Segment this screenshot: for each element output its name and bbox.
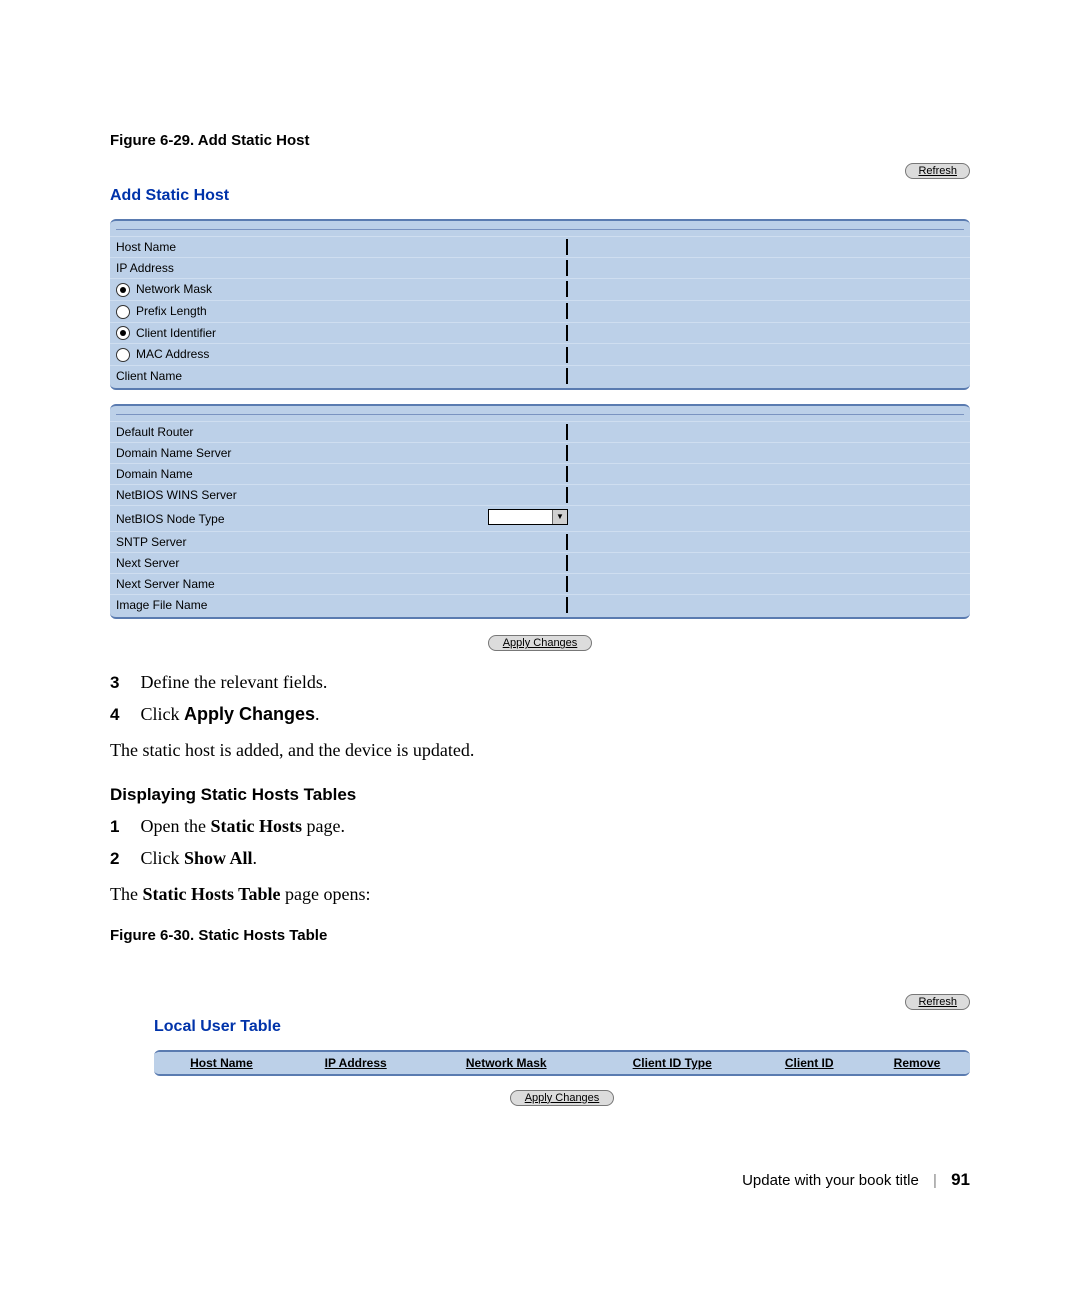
label-next-server-name: Next Server Name [110, 574, 422, 595]
label-network-mask: Network Mask [136, 282, 212, 296]
step-4-text-bold: Apply Changes [184, 704, 315, 724]
panel-title-add-static-host: Add Static Host [110, 187, 970, 205]
figure-caption-1: Figure 6-29. Add Static Host [110, 132, 970, 149]
label-dns: Domain Name Server [110, 443, 422, 464]
form-box-2: Default Router Domain Name Server Domain… [110, 404, 970, 619]
footer-page-number: 91 [951, 1170, 970, 1189]
input-network-mask[interactable] [566, 281, 568, 297]
result-b-bold: Static Hosts Table [142, 884, 280, 904]
label-image-file-name: Image File Name [110, 595, 422, 616]
input-default-router[interactable] [566, 424, 568, 440]
col-network-mask[interactable]: Network Mask [423, 1052, 590, 1074]
col-client-id[interactable]: Client ID [754, 1052, 864, 1074]
step-b1-post: page. [302, 816, 345, 836]
radio-network-mask[interactable] [116, 283, 130, 297]
step-b2-pre: Click [141, 848, 185, 868]
step-number-2: 2 [110, 846, 136, 872]
step-b2-bold: Show All [184, 848, 253, 868]
footer-title: Update with your book title [742, 1172, 919, 1189]
label-next-server: Next Server [110, 553, 422, 574]
step-number-1: 1 [110, 814, 136, 840]
step-b2-post: . [253, 848, 258, 868]
step-3-text: Define the relevant fields. [141, 672, 328, 692]
radio-prefix-length[interactable] [116, 305, 130, 319]
radio-mac-address[interactable] [116, 348, 130, 362]
apply-changes-button-2[interactable]: Apply Changes [510, 1090, 615, 1106]
panel-title-local-user-table: Local User Table [154, 1018, 970, 1036]
col-host-name[interactable]: Host Name [154, 1052, 289, 1074]
step-number-3: 3 [110, 670, 136, 696]
step-b1-pre: Open the [141, 816, 211, 836]
input-client-name[interactable] [566, 368, 568, 384]
label-default-router: Default Router [110, 422, 422, 443]
apply-changes-button-1[interactable]: Apply Changes [488, 635, 593, 651]
col-client-id-type[interactable]: Client ID Type [590, 1052, 755, 1074]
refresh-button-2[interactable]: Refresh [905, 994, 970, 1010]
figure-caption-2: Figure 6-30. Static Hosts Table [110, 927, 970, 944]
footer-separator: | [933, 1172, 937, 1189]
table-header-frame: Host Name IP Address Network Mask Client… [154, 1050, 970, 1076]
result-b-post: page opens: [281, 884, 371, 904]
label-ip-address: IP Address [110, 258, 422, 279]
step-number-4: 4 [110, 702, 136, 728]
form-box-1: Host Name IP Address Network Mask Prefix… [110, 219, 970, 390]
select-netbios-node-type[interactable] [488, 509, 568, 525]
input-image-file-name[interactable] [566, 597, 568, 613]
step-4-text-pre: Click [141, 704, 185, 724]
result-a-text: The static host is added, and the device… [110, 737, 970, 765]
label-domain-name: Domain Name [110, 464, 422, 485]
refresh-button-1[interactable]: Refresh [905, 163, 970, 179]
input-host-name[interactable] [566, 239, 568, 255]
label-netbios-node-type: NetBIOS Node Type [110, 506, 422, 532]
label-mac-address: MAC Address [136, 347, 209, 361]
input-sntp[interactable] [566, 534, 568, 550]
label-client-name: Client Name [110, 366, 422, 387]
input-mac-address [566, 347, 568, 363]
label-prefix-length: Prefix Length [136, 304, 207, 318]
section-heading-1: Displaying Static Hosts Tables [110, 785, 970, 805]
input-prefix-length [566, 303, 568, 319]
label-client-identifier: Client Identifier [136, 326, 216, 340]
input-dns[interactable] [566, 445, 568, 461]
step-4-text-post: . [315, 704, 320, 724]
input-next-server[interactable] [566, 555, 568, 571]
input-netbios-wins[interactable] [566, 487, 568, 503]
input-next-server-name[interactable] [566, 576, 568, 592]
input-domain-name[interactable] [566, 466, 568, 482]
label-host-name: Host Name [110, 237, 422, 258]
label-sntp: SNTP Server [110, 532, 422, 553]
page-footer: Update with your book title | 91 [110, 1170, 970, 1190]
label-netbios-wins: NetBIOS WINS Server [110, 485, 422, 506]
input-client-identifier[interactable] [566, 325, 568, 341]
step-b1-bold: Static Hosts [210, 816, 302, 836]
result-b-pre: The [110, 884, 142, 904]
radio-client-identifier[interactable] [116, 326, 130, 340]
col-ip-address[interactable]: IP Address [289, 1052, 423, 1074]
input-ip-address[interactable] [566, 260, 568, 276]
col-remove[interactable]: Remove [864, 1052, 970, 1074]
